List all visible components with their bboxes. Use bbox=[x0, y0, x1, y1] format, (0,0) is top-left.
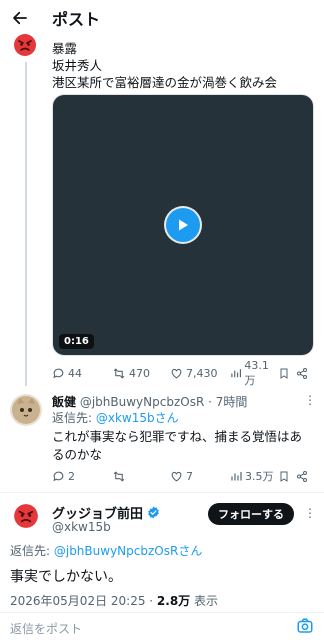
divider bbox=[0, 492, 324, 493]
video-player[interactable]: 0:16 bbox=[52, 94, 314, 356]
reply-to-link[interactable]: @xkw15bさん bbox=[96, 411, 179, 425]
reply-icon bbox=[53, 471, 64, 481]
post-meta: 2026年05月02日 20:25 · 2.8万 表示 bbox=[10, 592, 218, 609]
post-text-line: 坂井秀人 bbox=[52, 58, 103, 73]
reply-to-label: 返信先: bbox=[10, 544, 54, 558]
more-options-icon[interactable]: ⋮ bbox=[304, 506, 316, 520]
share-icon bbox=[297, 367, 307, 379]
reply-to-line: 返信先: @xkw15bさん bbox=[52, 409, 179, 426]
reply-count: 44 bbox=[68, 366, 82, 380]
repost-count: 470 bbox=[129, 366, 150, 380]
arrow-left-icon bbox=[13, 11, 27, 25]
reply-to-label: 返信先: bbox=[52, 411, 96, 425]
views-action[interactable]: 43.1万 bbox=[230, 359, 278, 388]
reply-compose-bar: 返信をポスト bbox=[0, 612, 324, 640]
thread-line bbox=[25, 62, 27, 386]
repost-icon bbox=[113, 368, 125, 378]
post-text-line: 港区某所で富裕層達の金が渦巻く飲み会 bbox=[52, 75, 278, 90]
avatar[interactable] bbox=[10, 500, 42, 532]
reply-text: これが事実なら犯罪ですね、捕まる覚悟はあるのかな bbox=[52, 429, 303, 462]
reply-action[interactable]: 2 bbox=[52, 470, 112, 483]
views-count: 3.5万 bbox=[245, 470, 274, 483]
reply-author-handle[interactable]: @jbhBuwyNpcbzOsR bbox=[80, 395, 204, 409]
share-action[interactable] bbox=[296, 367, 310, 380]
views-icon bbox=[231, 471, 242, 480]
views-label: 表示 bbox=[190, 594, 219, 608]
bookmark-icon bbox=[280, 471, 288, 482]
like-count: 7 bbox=[186, 469, 193, 483]
views-count: 43.1万 bbox=[244, 358, 269, 387]
camera-icon bbox=[297, 618, 313, 633]
more-options-icon[interactable]: ⋮ bbox=[304, 393, 316, 407]
like-count: 7,430 bbox=[186, 366, 218, 380]
angry-face-icon bbox=[14, 34, 36, 56]
post-views[interactable]: 2.8万 bbox=[157, 594, 190, 608]
cat-avatar-icon bbox=[12, 396, 40, 424]
views-icon bbox=[231, 368, 241, 377]
repost-action[interactable]: 470 bbox=[112, 367, 170, 380]
post-datetime: 2026年05月02日 20:25 · bbox=[10, 594, 157, 608]
repost-icon bbox=[113, 471, 125, 481]
camera-button[interactable] bbox=[296, 617, 314, 639]
like-action[interactable]: 7,430 bbox=[170, 367, 230, 380]
bookmark-action[interactable] bbox=[278, 367, 296, 380]
author-handle[interactable]: @xkw15b bbox=[52, 520, 111, 534]
angry-face-icon bbox=[14, 504, 38, 528]
like-action[interactable]: 7 bbox=[170, 470, 230, 483]
heart-icon bbox=[171, 471, 182, 481]
post-text: 事実でしかない。 bbox=[10, 569, 122, 585]
avatar[interactable] bbox=[10, 30, 40, 60]
views-action[interactable]: 3.5万 bbox=[230, 468, 278, 484]
post-text-line: 暴露 bbox=[52, 41, 78, 56]
bookmark-icon bbox=[280, 368, 288, 379]
reply-actions: 2 7 3.5万 bbox=[52, 467, 314, 485]
play-button[interactable] bbox=[166, 208, 200, 242]
reply-action[interactable]: 44 bbox=[52, 367, 112, 380]
verified-badge-icon bbox=[148, 506, 159, 519]
page-title: ポスト bbox=[52, 10, 101, 29]
reply-icon bbox=[53, 368, 64, 378]
reply-header: 飯健 @jbhBuwyNpcbzOsR · 7時間 bbox=[52, 393, 314, 410]
avatar[interactable] bbox=[10, 394, 42, 426]
play-icon bbox=[179, 219, 188, 231]
video-duration: 0:16 bbox=[59, 334, 94, 349]
reply-author-name[interactable]: 飯健 bbox=[52, 395, 76, 409]
repost-action[interactable] bbox=[112, 470, 170, 483]
bookmark-action[interactable] bbox=[278, 470, 296, 483]
follow-button[interactable]: フォローする bbox=[208, 503, 294, 525]
top-bar: ポスト bbox=[0, 0, 324, 36]
reply-to-line: 返信先: @jbhBuwyNpcbzOsRさん bbox=[10, 542, 202, 559]
share-action[interactable] bbox=[296, 470, 310, 483]
reply-time: · 7時間 bbox=[208, 395, 248, 409]
reply-count: 2 bbox=[68, 469, 75, 483]
post-actions: 44 470 7,430 43.1万 bbox=[52, 359, 314, 387]
reply-input[interactable]: 返信をポスト bbox=[10, 620, 82, 637]
heart-icon bbox=[171, 368, 182, 378]
share-icon bbox=[297, 470, 307, 482]
post-text: 暴露 坂井秀人 港区某所で富裕層達の金が渦巻く飲み会 bbox=[52, 40, 314, 91]
reply-to-link[interactable]: @jbhBuwyNpcbzOsRさん bbox=[54, 544, 202, 558]
